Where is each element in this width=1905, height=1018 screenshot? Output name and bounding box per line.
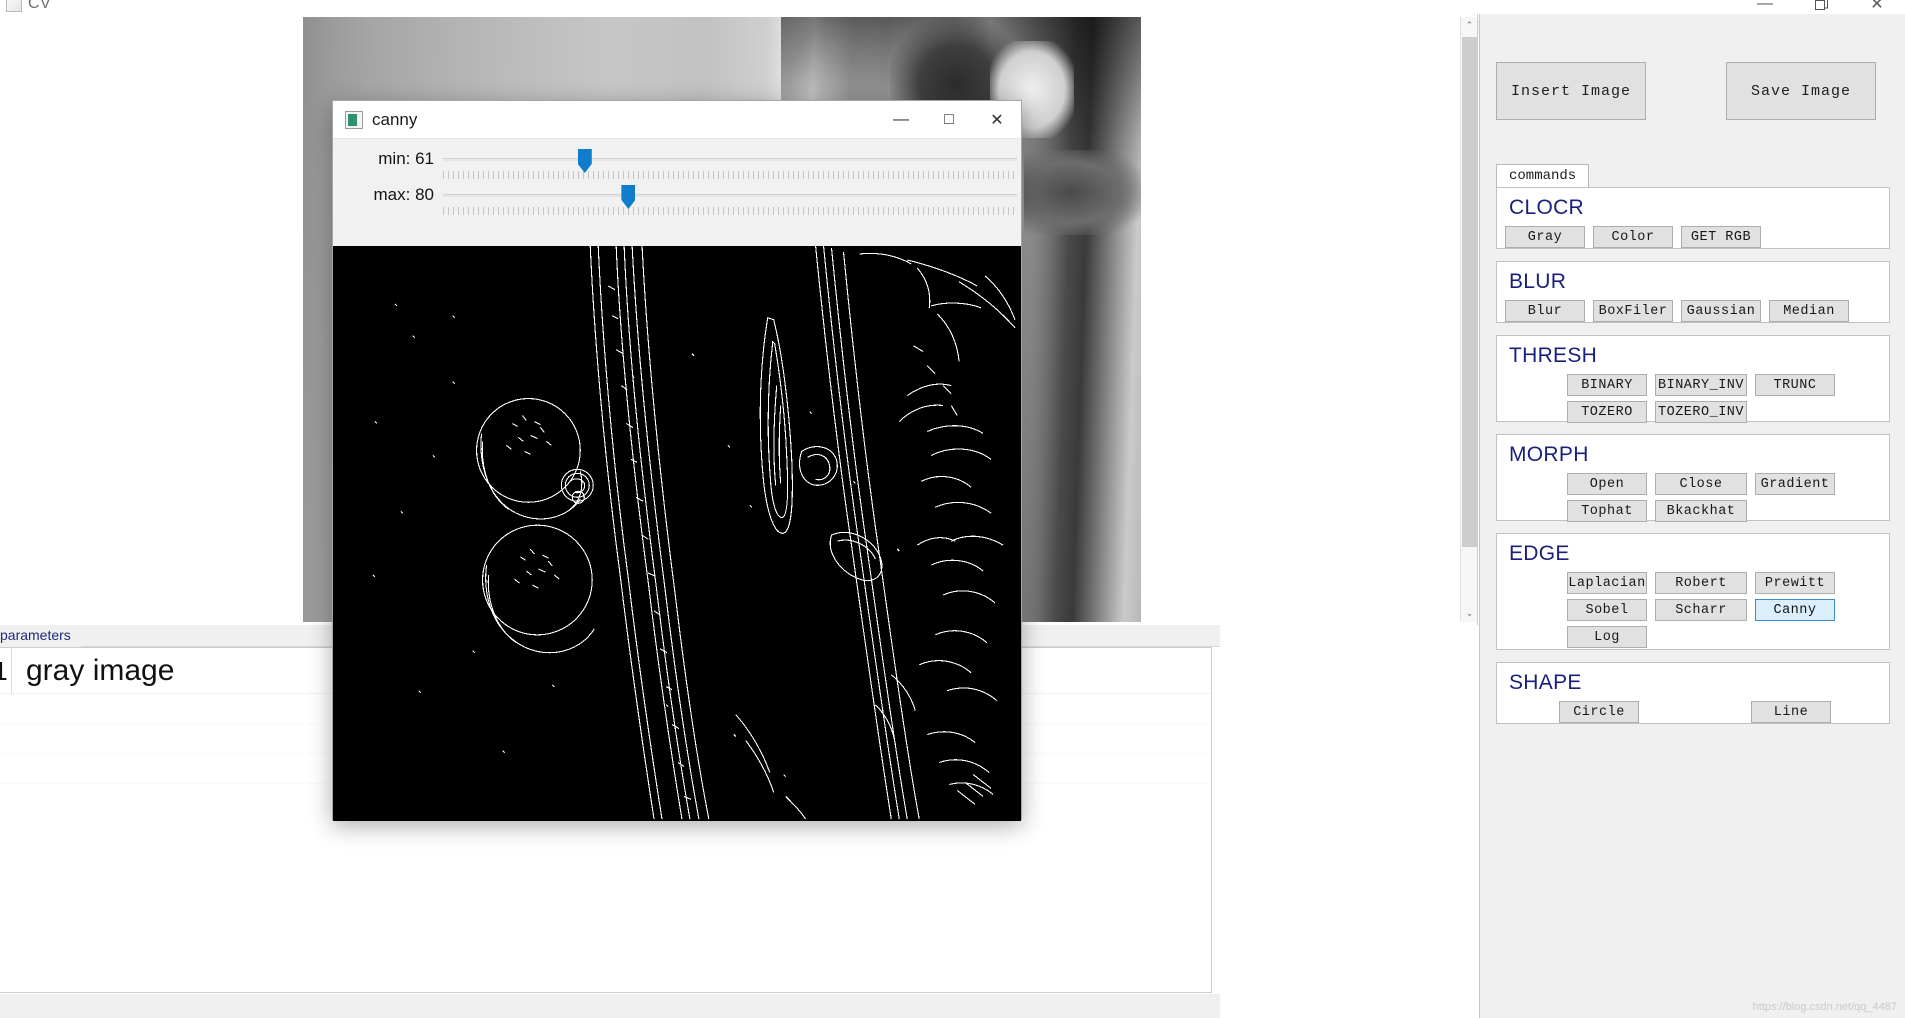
canny-button[interactable]: Canny xyxy=(1755,599,1835,621)
max-slider-thumb[interactable] xyxy=(621,185,636,209)
group-edge: EDGE Laplacian Robert Prewitt Sobel Scha… xyxy=(1496,533,1890,650)
group-title-thresh: THRESH xyxy=(1509,344,1598,367)
bkackhat-button[interactable]: Bkackhat xyxy=(1655,500,1747,522)
edge-map-svg xyxy=(333,246,1021,820)
clocr-button-row: Gray Color GET RGB xyxy=(1505,226,1881,248)
min-threshold-slider-row: min: 61 xyxy=(333,149,1021,185)
scharr-button[interactable]: Scharr xyxy=(1655,599,1747,621)
canny-maximize-icon[interactable]: □ xyxy=(925,101,973,139)
max-threshold-slider[interactable] xyxy=(443,185,1017,221)
min-slider-thumb[interactable] xyxy=(577,149,592,173)
canny-close-icon[interactable]: ✕ xyxy=(973,101,1021,139)
app-icon xyxy=(6,0,22,12)
group-clocr: CLOCR Gray Color GET RGB xyxy=(1496,187,1890,249)
min-slider-track[interactable] xyxy=(443,158,1017,161)
save-image-button[interactable]: Save Image xyxy=(1726,62,1876,120)
edge-button-row-1: Laplacian Robert Prewitt xyxy=(1505,572,1881,594)
boxfiler-button[interactable]: BoxFiler xyxy=(1593,300,1673,322)
robert-button[interactable]: Robert xyxy=(1655,572,1747,594)
scrollbar-thumb[interactable] xyxy=(1462,37,1477,547)
thresh-button-row-1: BINARY BINARY_INV TRUNC xyxy=(1505,374,1881,396)
screen: CV — ✕ ⌃ ⌄ parameters 1 gray image Inser… xyxy=(0,0,1905,1018)
group-shape: SHAPE Circle Line xyxy=(1496,662,1890,724)
max-slider-track[interactable] xyxy=(443,194,1017,197)
max-threshold-slider-row: max: 80 xyxy=(333,185,1021,221)
gradient-button[interactable]: Gradient xyxy=(1755,473,1835,495)
blur-button[interactable]: Blur xyxy=(1505,300,1585,322)
laplacian-button[interactable]: Laplacian xyxy=(1567,572,1647,594)
edge-button-row-2: Sobel Scharr Canny xyxy=(1505,599,1881,621)
group-title-edge: EDGE xyxy=(1509,542,1570,565)
canny-minimize-icon[interactable]: — xyxy=(877,101,925,139)
viewer-vertical-scrollbar[interactable]: ⌃ ⌄ xyxy=(1460,17,1477,622)
line-button[interactable]: Line xyxy=(1751,701,1831,723)
tab-parameters[interactable]: parameters xyxy=(0,625,81,647)
binary-inv-button[interactable]: BINARY_INV xyxy=(1655,374,1747,396)
group-blur: BLUR Blur BoxFiler Gaussian Median xyxy=(1496,261,1890,323)
circle-button[interactable]: Circle xyxy=(1559,701,1639,723)
binary-button[interactable]: BINARY xyxy=(1567,374,1647,396)
scroll-up-icon[interactable]: ⌃ xyxy=(1461,17,1478,34)
parameters-footer xyxy=(0,994,1220,1018)
group-title-shape: SHAPE xyxy=(1509,671,1582,694)
tozero-button[interactable]: TOZERO xyxy=(1567,401,1647,423)
commands-tabstrip: commands xyxy=(1496,164,1890,188)
max-slider-ticks xyxy=(443,207,1017,215)
app-title: CV xyxy=(28,0,52,12)
thresh-button-row-2: TOZERO TOZERO_INV xyxy=(1505,401,1881,423)
commands-panel: Insert Image Save Image commands CLOCR G… xyxy=(1479,14,1905,1018)
min-slider-ticks xyxy=(443,171,1017,179)
min-threshold-label: min: 61 xyxy=(378,149,434,168)
row-number: 1 xyxy=(0,647,12,694)
tab-commands[interactable]: commands xyxy=(1496,164,1590,188)
prewitt-button[interactable]: Prewitt xyxy=(1755,572,1835,594)
trunc-button[interactable]: TRUNC xyxy=(1755,374,1835,396)
gray-image-secondary-dark-region xyxy=(1023,150,1141,235)
gaussian-button[interactable]: Gaussian xyxy=(1681,300,1761,322)
sobel-button[interactable]: Sobel xyxy=(1567,599,1647,621)
tophat-button[interactable]: Tophat xyxy=(1567,500,1647,522)
scroll-down-icon[interactable]: ⌄ xyxy=(1461,605,1478,622)
edge-button-row-3: Log xyxy=(1505,626,1881,648)
max-threshold-label: max: 80 xyxy=(373,185,434,204)
open-button[interactable]: Open xyxy=(1567,473,1647,495)
top-action-buttons: Insert Image Save Image xyxy=(1480,62,1905,132)
gray-button[interactable]: Gray xyxy=(1505,226,1585,248)
group-morph: MORPH Open Close Gradient Tophat Bkackha… xyxy=(1496,434,1890,522)
row-label: gray image xyxy=(26,653,175,687)
canny-window: canny — □ ✕ min: 61 max: 80 xyxy=(332,100,1022,821)
group-title-blur: BLUR xyxy=(1509,270,1567,293)
group-thresh: THRESH BINARY BINARY_INV TRUNC TOZERO TO… xyxy=(1496,335,1890,423)
group-title-morph: MORPH xyxy=(1509,443,1589,466)
insert-image-button[interactable]: Insert Image xyxy=(1496,62,1646,120)
color-button[interactable]: Color xyxy=(1593,226,1673,248)
close-button[interactable]: Close xyxy=(1655,473,1747,495)
canny-slider-area: min: 61 max: 80 xyxy=(333,139,1021,246)
opencv-icon xyxy=(345,110,363,129)
log-button[interactable]: Log xyxy=(1567,626,1647,648)
get-rgb-button[interactable]: GET RGB xyxy=(1681,226,1761,248)
canny-window-title: canny xyxy=(372,109,418,129)
canny-titlebar: canny — □ ✕ xyxy=(333,101,1021,139)
morph-button-row-2: Tophat Bkackhat xyxy=(1505,500,1881,522)
restore-glyph-svg xyxy=(1814,0,1828,10)
canny-edge-output-image xyxy=(333,246,1021,821)
median-button[interactable]: Median xyxy=(1769,300,1849,322)
group-title-clocr: CLOCR xyxy=(1509,196,1585,219)
canny-window-controls: — □ ✕ xyxy=(877,101,1021,139)
min-threshold-slider[interactable] xyxy=(443,149,1017,185)
shape-button-row: Circle Line xyxy=(1505,701,1881,723)
tozero-inv-button[interactable]: TOZERO_INV xyxy=(1655,401,1747,423)
blur-button-row: Blur BoxFiler Gaussian Median xyxy=(1505,300,1881,322)
morph-button-row-1: Open Close Gradient xyxy=(1505,473,1881,495)
watermark-text: https://blog.csdn.net/qq_4487 xyxy=(1752,1001,1897,1013)
